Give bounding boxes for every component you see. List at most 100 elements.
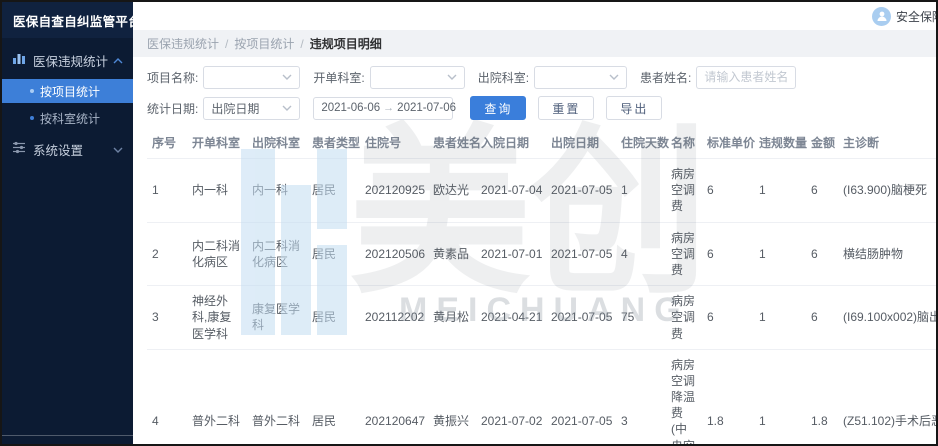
col-header[interactable]: 患者类型: [307, 127, 360, 159]
cell: 2021-07-01: [476, 222, 546, 286]
project-name-select[interactable]: [203, 66, 300, 89]
cell: 75: [616, 286, 666, 350]
cell: 1: [754, 159, 806, 223]
cell: 内一科: [247, 159, 307, 223]
col-header[interactable]: 出院科室: [247, 127, 307, 159]
table-row[interactable]: 4 普外二科 普外二科 居民 202120647 黄振兴 2021-07-02 …: [147, 349, 936, 444]
cell: (I63.900)脑梗死: [838, 159, 936, 223]
cell: 病房空调降温费(中央空调)加收: [666, 349, 702, 444]
chevron-down-icon: [282, 74, 292, 80]
cell: 1: [754, 222, 806, 286]
col-header[interactable]: 主诊断: [838, 127, 936, 159]
cell: 4: [147, 349, 187, 444]
chevron-down-icon: [609, 74, 619, 80]
cell: 病房空调费: [666, 286, 702, 350]
cell: 内二科消化病区: [187, 222, 247, 286]
cell: 1.8: [702, 349, 754, 444]
cell: 2021-07-05: [546, 222, 616, 286]
col-header[interactable]: 出院日期: [546, 127, 616, 159]
violation-detail-table: 序号 开单科室 出院科室 患者类型 住院号 患者姓名 入院日期 出院日期 住院天…: [147, 127, 936, 444]
cell: 神经外科,康复医学科: [187, 286, 247, 350]
project-name-label: 项目名称:: [147, 69, 198, 86]
cell: 2021-07-05: [546, 159, 616, 223]
user-avatar-icon: [872, 7, 891, 26]
cell: 内一科: [187, 159, 247, 223]
breadcrumb-item[interactable]: 按项目统计: [234, 35, 294, 52]
cell: 居民: [307, 222, 360, 286]
cell: 2: [147, 222, 187, 286]
cell: 康复医学科: [247, 286, 307, 350]
col-header[interactable]: 标准单价: [702, 127, 754, 159]
cell: 202120647: [360, 349, 428, 444]
sidebar-item-label: 系统设置: [33, 140, 113, 159]
breadcrumb-item[interactable]: 医保违规统计: [147, 35, 219, 52]
app-window: 医保自查自纠监管平台 医保违规统计 按项目统计 按科室统计: [0, 0, 938, 446]
breadcrumb-separator: /: [225, 37, 228, 51]
cell: 1: [147, 159, 187, 223]
content-panel: 项目名称: 开单科室: 出院科室: 患者姓名:: [133, 57, 936, 444]
bullet-dot-icon: [30, 116, 34, 120]
cell: 2021-07-05: [546, 349, 616, 444]
patient-name-input[interactable]: [704, 70, 788, 84]
billing-dept-select[interactable]: [370, 66, 465, 89]
sidebar-item-stats-by-project[interactable]: 按项目统计: [2, 79, 133, 103]
discharge-dept-label: 出院科室:: [478, 69, 529, 86]
cell: 6: [806, 286, 838, 350]
discharge-dept-select[interactable]: [534, 66, 627, 89]
col-header[interactable]: 住院天数: [616, 127, 666, 159]
export-button[interactable]: 导出: [606, 96, 662, 120]
top-header-bar: 安全保障: [133, 2, 936, 30]
chevron-down-icon: [447, 74, 457, 80]
cell: 3: [616, 349, 666, 444]
table-row[interactable]: 2 内二科消化病区 内二科消化病区 居民 202120506 黄素品 2021-…: [147, 222, 936, 286]
search-button[interactable]: 查询: [470, 96, 526, 120]
col-header[interactable]: 开单科室: [187, 127, 247, 159]
stat-date-type-select[interactable]: 出院日期: [203, 97, 300, 120]
stat-date-label: 统计日期:: [147, 100, 198, 117]
cell: 202120506: [360, 222, 428, 286]
cell: 1.8: [806, 349, 838, 444]
reset-button[interactable]: 重置: [538, 96, 594, 120]
col-header[interactable]: 入院日期: [476, 127, 546, 159]
table-row[interactable]: 3 神经外科,康复医学科 康复医学科 居民 202112202 黄月松 2021…: [147, 286, 936, 350]
cell: 居民: [307, 159, 360, 223]
cell: 1: [754, 286, 806, 350]
cell: 病房空调费: [666, 159, 702, 223]
sidebar: 医保自查自纠监管平台 医保违规统计 按项目统计 按科室统计: [2, 2, 133, 444]
cell: 2021-07-02: [476, 349, 546, 444]
col-header[interactable]: 金额: [806, 127, 838, 159]
date-start-value: 2021-06-06: [321, 102, 380, 114]
chevron-down-icon: [282, 105, 292, 111]
date-end-value: 2021-07-06: [397, 102, 456, 114]
patient-name-field-wrap: [696, 66, 796, 89]
col-header[interactable]: 名称: [666, 127, 702, 159]
main-area: 安全保障 医保违规统计 / 按项目统计 / 违规项目明细 项目名称: 开单科室:: [133, 2, 936, 444]
sidebar-menu: 医保违规统计 按项目统计 按科室统计 系统设置: [2, 44, 133, 165]
sidebar-item-stats-by-department[interactable]: 按科室统计: [2, 106, 133, 130]
breadcrumb: 医保违规统计 / 按项目统计 / 违规项目明细: [133, 30, 936, 57]
cell: 普外二科: [187, 349, 247, 444]
user-menu[interactable]: 安全保障: [872, 7, 936, 26]
sidebar-item-violation-stats[interactable]: 医保违规统计: [2, 44, 133, 76]
filter-form: 项目名称: 开单科室: 出院科室: 患者姓名:: [133, 57, 936, 120]
date-range-picker[interactable]: 2021-06-06 → 2021-07-06: [313, 97, 453, 120]
cell: 202112202: [360, 286, 428, 350]
col-header[interactable]: 住院号: [360, 127, 428, 159]
table-body: 1 内一科 内一科 居民 202120925 欧达光 2021-07-04 20…: [147, 159, 936, 445]
cell: 3: [147, 286, 187, 350]
col-header[interactable]: 序号: [147, 127, 187, 159]
cell: 2021-07-05: [546, 286, 616, 350]
table-row[interactable]: 1 内一科 内一科 居民 202120925 欧达光 2021-07-04 20…: [147, 159, 936, 223]
cell: 6: [702, 222, 754, 286]
cell: 黄素品: [428, 222, 476, 286]
cell: 横结肠肿物: [838, 222, 936, 286]
filter-row-2: 统计日期: 出院日期 2021-06-06 → 2021-07-06 查询 重置…: [147, 96, 922, 120]
cell: 居民: [307, 349, 360, 444]
bullet-dot-icon: [30, 89, 34, 93]
col-header[interactable]: 违规数量: [754, 127, 806, 159]
cell: 内二科消化病区: [247, 222, 307, 286]
cell: 6: [702, 159, 754, 223]
sidebar-item-system-settings[interactable]: 系统设置: [2, 133, 133, 165]
cell: 4: [616, 222, 666, 286]
col-header[interactable]: 患者姓名: [428, 127, 476, 159]
